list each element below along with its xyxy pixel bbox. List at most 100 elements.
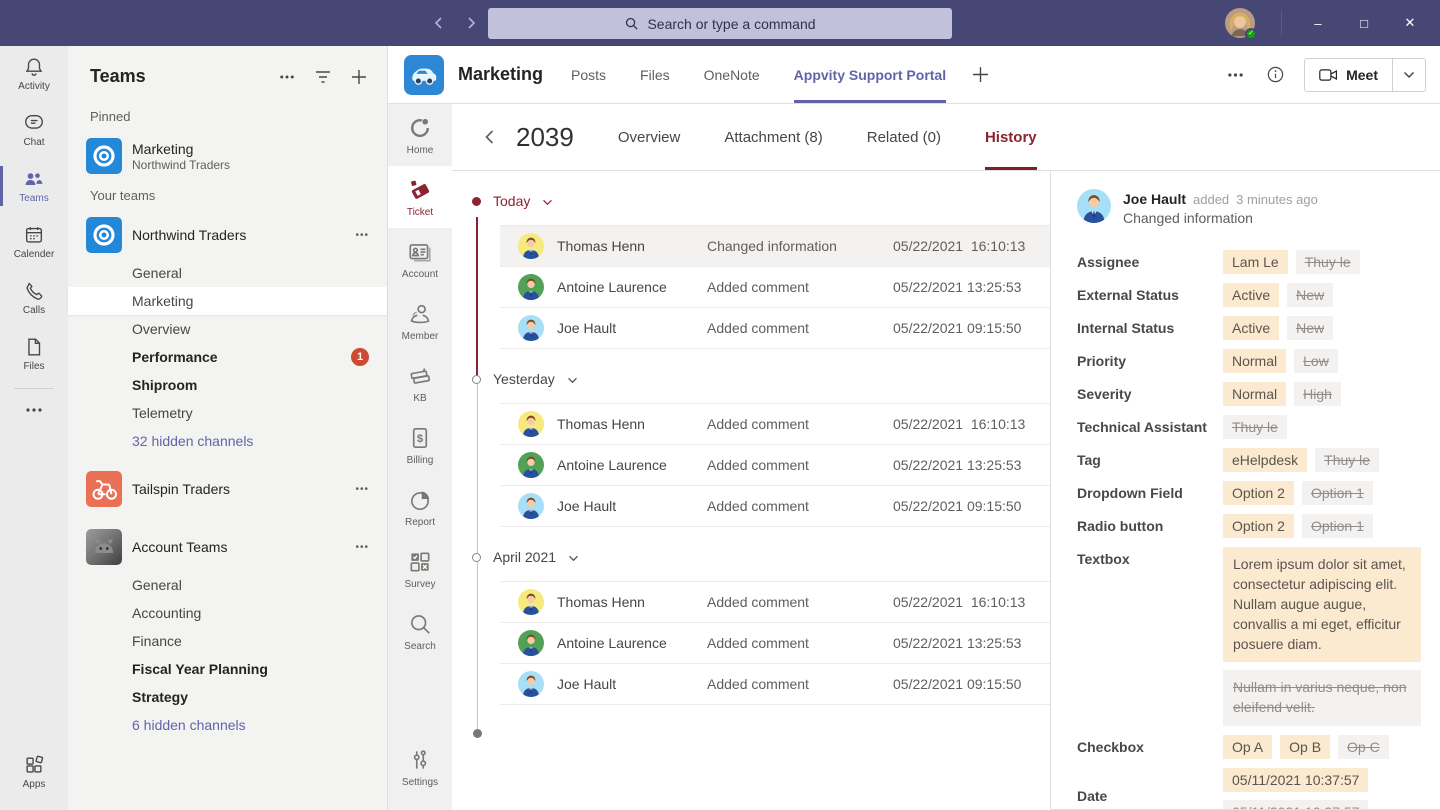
tab-files[interactable]: Files bbox=[640, 46, 670, 103]
minimize-button[interactable]: – bbox=[1298, 8, 1338, 38]
channel-more-icon[interactable] bbox=[1224, 64, 1246, 86]
history-entry-row[interactable]: Antoine LaurenceAdded comment05/22/2021 … bbox=[500, 445, 1050, 486]
history-entry-row[interactable]: Thomas HennChanged information05/22/2021… bbox=[500, 226, 1050, 267]
new-value-chip: Option 2 bbox=[1223, 514, 1294, 538]
sidebar-item-chat[interactable]: Chat bbox=[0, 102, 68, 158]
ticket-tab-history[interactable]: History bbox=[985, 104, 1037, 170]
channel-item[interactable]: Marketing bbox=[68, 287, 387, 315]
rail-item-label: Activity bbox=[18, 81, 50, 92]
bell-icon bbox=[23, 56, 45, 78]
history-entry-row[interactable]: Antoine LaurenceAdded comment05/22/2021 … bbox=[500, 623, 1050, 664]
detail-field: TextboxLorem ipsum dolor sit amet, conse… bbox=[1077, 547, 1416, 726]
pinned-section-label: Pinned bbox=[68, 101, 387, 132]
history-entry-row[interactable]: Thomas HennAdded comment05/22/2021 16:10… bbox=[500, 404, 1050, 445]
person-avatar bbox=[518, 274, 544, 300]
sidebar-item-activity[interactable]: Activity bbox=[0, 46, 68, 102]
filter-icon[interactable] bbox=[313, 67, 333, 87]
forward-icon[interactable] bbox=[462, 14, 480, 32]
timeline-group-header[interactable]: Today bbox=[476, 185, 1050, 217]
nav-item-survey[interactable]: Survey bbox=[388, 538, 452, 600]
old-value-chip: New bbox=[1287, 316, 1333, 340]
nav-item-billing[interactable]: $Billing bbox=[388, 414, 452, 476]
channel-label: Shiproom bbox=[132, 377, 197, 393]
ticket-tab-attachment-8-[interactable]: Attachment (8) bbox=[724, 104, 822, 170]
history-entry-row[interactable]: Joe HaultAdded comment05/22/2021 09:15:5… bbox=[500, 308, 1050, 349]
channel-label: 6 hidden channels bbox=[132, 717, 246, 733]
sidebar-item-calls[interactable]: Calls bbox=[0, 270, 68, 326]
nav-item-settings[interactable]: Settings bbox=[388, 736, 452, 798]
channel-info-icon[interactable] bbox=[1264, 64, 1286, 86]
nav-item-account[interactable]: Account bbox=[388, 228, 452, 290]
history-entry-row[interactable]: Thomas HennAdded comment05/22/2021 16:10… bbox=[500, 582, 1050, 623]
field-values: NormalLow bbox=[1223, 349, 1338, 373]
nav-item-member[interactable]: Member bbox=[388, 290, 452, 352]
tab-posts[interactable]: Posts bbox=[571, 46, 606, 103]
search-input[interactable]: Search or type a command bbox=[488, 8, 952, 39]
channel-item[interactable]: Overview bbox=[68, 315, 387, 343]
timeline-group-header[interactable]: Yesterday bbox=[476, 363, 1050, 395]
nav-item-kb[interactable]: KB bbox=[388, 352, 452, 414]
entry-action: Added comment bbox=[707, 498, 893, 514]
entry-action: Added comment bbox=[707, 457, 893, 473]
join-create-team-icon[interactable] bbox=[349, 67, 369, 87]
ticket-tab-overview[interactable]: Overview bbox=[618, 104, 681, 170]
channel-item[interactable]: Strategy bbox=[68, 683, 387, 711]
team-row[interactable]: Account Teams••• bbox=[68, 523, 387, 571]
history-entry-row[interactable]: Joe HaultAdded comment05/22/2021 09:15:5… bbox=[500, 486, 1050, 527]
team-row[interactable]: Tailspin Traders••• bbox=[68, 465, 387, 513]
sidebar-item-teams[interactable]: Teams bbox=[0, 158, 68, 214]
user-avatar[interactable]: ✓ bbox=[1225, 8, 1255, 38]
channel-item[interactable]: Finance bbox=[68, 627, 387, 655]
channel-item[interactable]: Accounting bbox=[68, 599, 387, 627]
team-subtitle: Northwind Traders bbox=[132, 158, 373, 172]
more-apps-icon[interactable] bbox=[0, 395, 68, 425]
close-button[interactable]: ✕ bbox=[1390, 8, 1430, 38]
sidebar-item-apps[interactable]: Apps bbox=[0, 744, 68, 800]
member-icon bbox=[407, 301, 433, 327]
meet-button[interactable]: Meet bbox=[1304, 58, 1426, 92]
field-values: Op AOp BOp C bbox=[1223, 735, 1389, 759]
tab-appvity-support-portal[interactable]: Appvity Support Portal bbox=[794, 46, 946, 103]
team-more-icon[interactable]: ••• bbox=[351, 484, 373, 495]
entry-person-name: Joe Hault bbox=[557, 498, 707, 514]
channel-item[interactable]: Telemetry bbox=[68, 399, 387, 427]
app-bar-rail: Activity Chat Teams CalenderCallsFiles Apps bbox=[0, 46, 68, 810]
sidebar-item-calender[interactable]: Calender bbox=[0, 214, 68, 270]
ticket-tab-related-0-[interactable]: Related (0) bbox=[867, 104, 941, 170]
rail-item-label: Teams bbox=[19, 193, 48, 204]
back-chevron-icon[interactable] bbox=[482, 129, 498, 145]
channel-item[interactable]: Fiscal Year Planning bbox=[68, 655, 387, 683]
detail-field: AssigneeLam LeThuy le bbox=[1077, 250, 1416, 274]
new-value-chip: 05/11/2021 10:37:57 bbox=[1223, 768, 1368, 792]
channel-item[interactable]: General bbox=[68, 571, 387, 599]
back-icon[interactable] bbox=[430, 14, 448, 32]
hidden-channels-link[interactable]: 32 hidden channels bbox=[68, 427, 387, 455]
sidebar-item-files[interactable]: Files bbox=[0, 326, 68, 382]
hidden-channels-link[interactable]: 6 hidden channels bbox=[68, 711, 387, 739]
history-entry-row[interactable]: Joe HaultAdded comment05/22/2021 09:15:5… bbox=[500, 664, 1050, 705]
team-names: MarketingNorthwind Traders bbox=[132, 141, 373, 172]
team-row[interactable]: Northwind Traders••• bbox=[68, 211, 387, 259]
more-options-icon[interactable] bbox=[277, 67, 297, 87]
nav-item-report[interactable]: Report bbox=[388, 476, 452, 538]
add-tab-icon[interactable] bbox=[972, 66, 989, 83]
ticket-id: 2039 bbox=[516, 122, 574, 153]
meet-options-chevron-icon[interactable] bbox=[1393, 59, 1425, 91]
team-more-icon[interactable]: ••• bbox=[351, 542, 373, 553]
entry-person-name: Thomas Henn bbox=[557, 238, 707, 254]
timeline-group-header[interactable]: April 2021 bbox=[476, 541, 1050, 573]
channel-item[interactable]: General bbox=[68, 259, 387, 287]
team-more-icon[interactable]: ••• bbox=[351, 230, 373, 241]
field-label: Dropdown Field bbox=[1077, 481, 1223, 505]
history-entry-row[interactable]: Antoine LaurenceAdded comment05/22/2021 … bbox=[500, 267, 1050, 308]
chevron-down-icon bbox=[568, 555, 579, 562]
channel-item[interactable]: Shiproom bbox=[68, 371, 387, 399]
nav-item-ticket[interactable]: Ticket bbox=[388, 166, 452, 228]
team-row[interactable]: MarketingNorthwind Traders bbox=[68, 132, 387, 180]
timeline-group-label: Today bbox=[493, 193, 530, 209]
channel-item[interactable]: Performance1 bbox=[68, 343, 387, 371]
tab-onenote[interactable]: OneNote bbox=[704, 46, 760, 103]
maximize-button[interactable]: □ bbox=[1344, 8, 1384, 38]
nav-item-search[interactable]: Search bbox=[388, 600, 452, 662]
nav-item-home[interactable]: Home bbox=[388, 104, 452, 166]
